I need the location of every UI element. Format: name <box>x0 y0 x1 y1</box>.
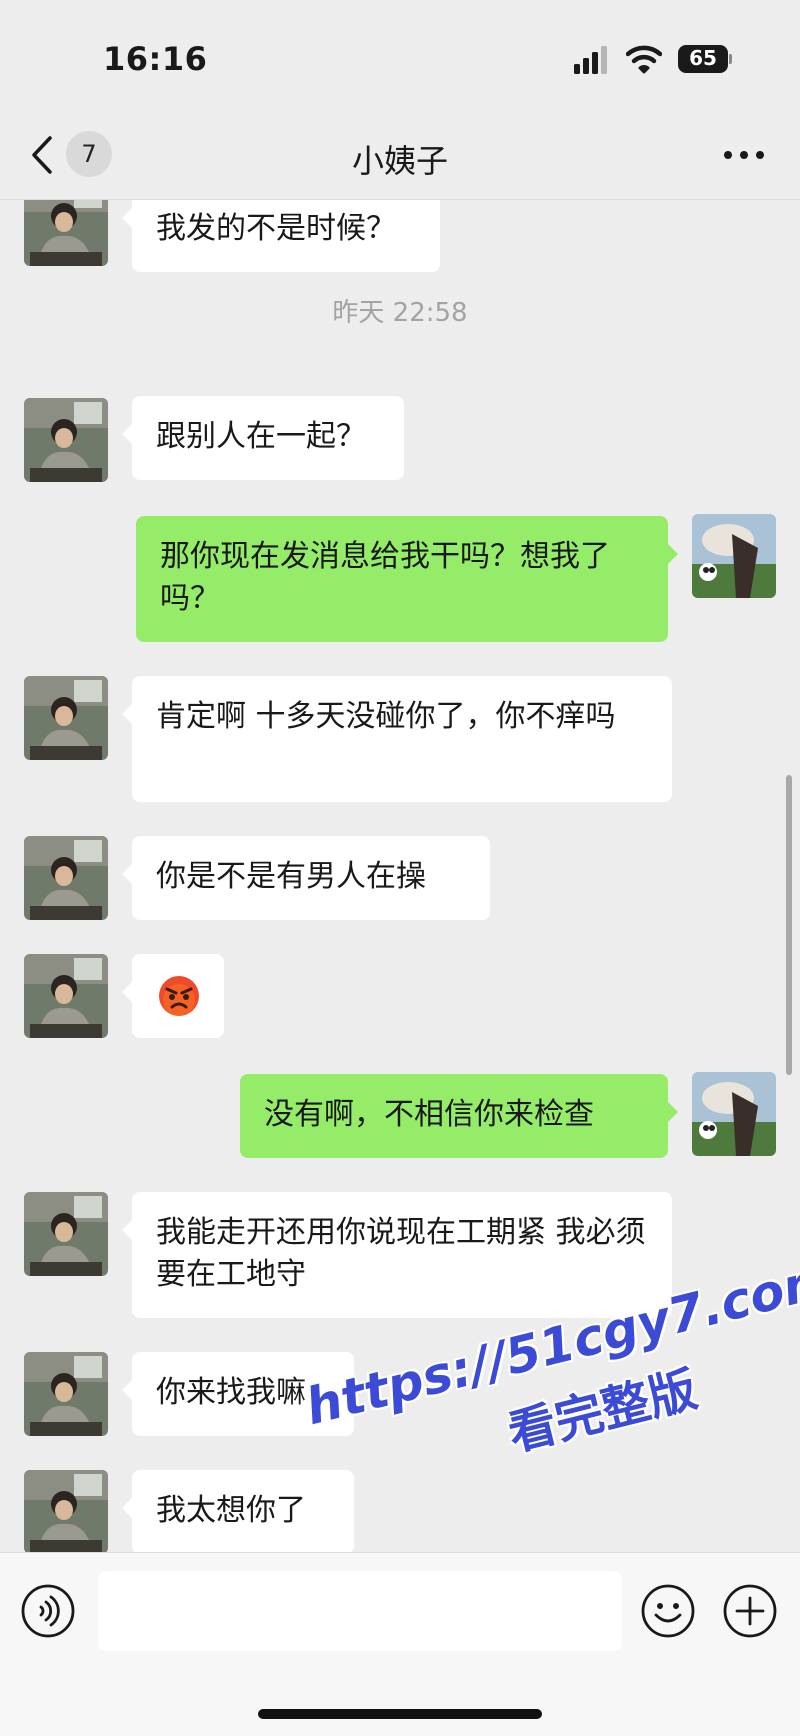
message-bubble-outgoing[interactable]: 没有啊，不相信你来检查 <box>240 1074 678 1158</box>
contact-avatar[interactable] <box>24 398 108 482</box>
message-bubble-outgoing[interactable]: 那你现在发消息给我干吗？想我了吗？ <box>136 516 678 642</box>
emoji-icon[interactable] <box>640 1583 696 1639</box>
contact-avatar[interactable] <box>24 1470 108 1552</box>
status-bar: 16:16 65 <box>0 0 800 110</box>
message-text: 跟别人在一起？ <box>156 419 366 454</box>
message-list[interactable]: 我发的不是时候？ 昨天 22:58 跟别人在一起？ 那你现在发消息给我干吗？想我… <box>0 200 800 1552</box>
my-avatar[interactable] <box>692 514 776 598</box>
angry-face-icon <box>159 976 199 1016</box>
message-text: 没有啊，不相信你来检查 <box>264 1097 594 1132</box>
wifi-icon <box>626 45 662 74</box>
contact-avatar[interactable] <box>24 836 108 920</box>
message-bubble-incoming[interactable]: 我能走开还用你说现在工期紧 我必须要在工地守 <box>122 1192 672 1318</box>
chat-title: 小姨子 <box>351 142 448 180</box>
message-bubble-incoming[interactable]: 你是不是有男人在操 <box>122 836 490 920</box>
battery-percentage: 65 <box>689 46 717 70</box>
message-text: 我太想你了 <box>156 1493 306 1528</box>
message-input[interactable] <box>98 1571 622 1651</box>
message-bubble-incoming[interactable]: 肯定啊 十多天没碰你了，你不痒吗 <box>122 676 672 802</box>
plus-icon[interactable] <box>722 1583 778 1639</box>
message-bubble-incoming[interactable]: 我太想你了 <box>122 1470 354 1552</box>
status-time: 16:16 <box>103 40 208 78</box>
message-text: 我能走开还用你说现在工期紧 我必须要在工地守 <box>156 1215 646 1292</box>
message-timestamp: 昨天 22:58 <box>332 298 468 328</box>
message-bubble-incoming[interactable]: 我发的不是时候？ <box>122 200 440 272</box>
contact-avatar[interactable] <box>24 1352 108 1436</box>
contact-avatar[interactable] <box>24 954 108 1038</box>
battery-icon: 65 <box>678 45 732 73</box>
message-bubble-incoming[interactable]: 跟别人在一起？ <box>122 396 404 480</box>
my-avatar[interactable] <box>692 1072 776 1156</box>
contact-avatar[interactable] <box>24 1192 108 1276</box>
chat-header: 7 小姨子 <box>0 110 800 200</box>
contact-avatar[interactable] <box>24 676 108 760</box>
home-indicator[interactable] <box>258 1709 542 1719</box>
message-text: 你来找我嘛 <box>156 1375 306 1410</box>
message-bubble-incoming[interactable]: 你来找我嘛 <box>122 1352 354 1436</box>
voice-icon[interactable] <box>20 1583 76 1639</box>
more-dots-icon[interactable] <box>722 140 766 170</box>
message-text: 你是不是有男人在操 <box>156 859 426 894</box>
cellular-signal-icon <box>574 46 607 74</box>
contact-avatar[interactable] <box>24 200 108 266</box>
message-bubble-incoming[interactable] <box>122 954 224 1038</box>
scrollbar[interactable] <box>786 775 792 1075</box>
message-text: 我发的不是时候？ <box>156 211 396 246</box>
input-bar <box>0 1552 800 1736</box>
message-text: 那你现在发消息给我干吗？想我了吗？ <box>160 539 610 616</box>
message-text: 肯定啊 十多天没碰你了，你不痒吗 <box>156 699 616 734</box>
